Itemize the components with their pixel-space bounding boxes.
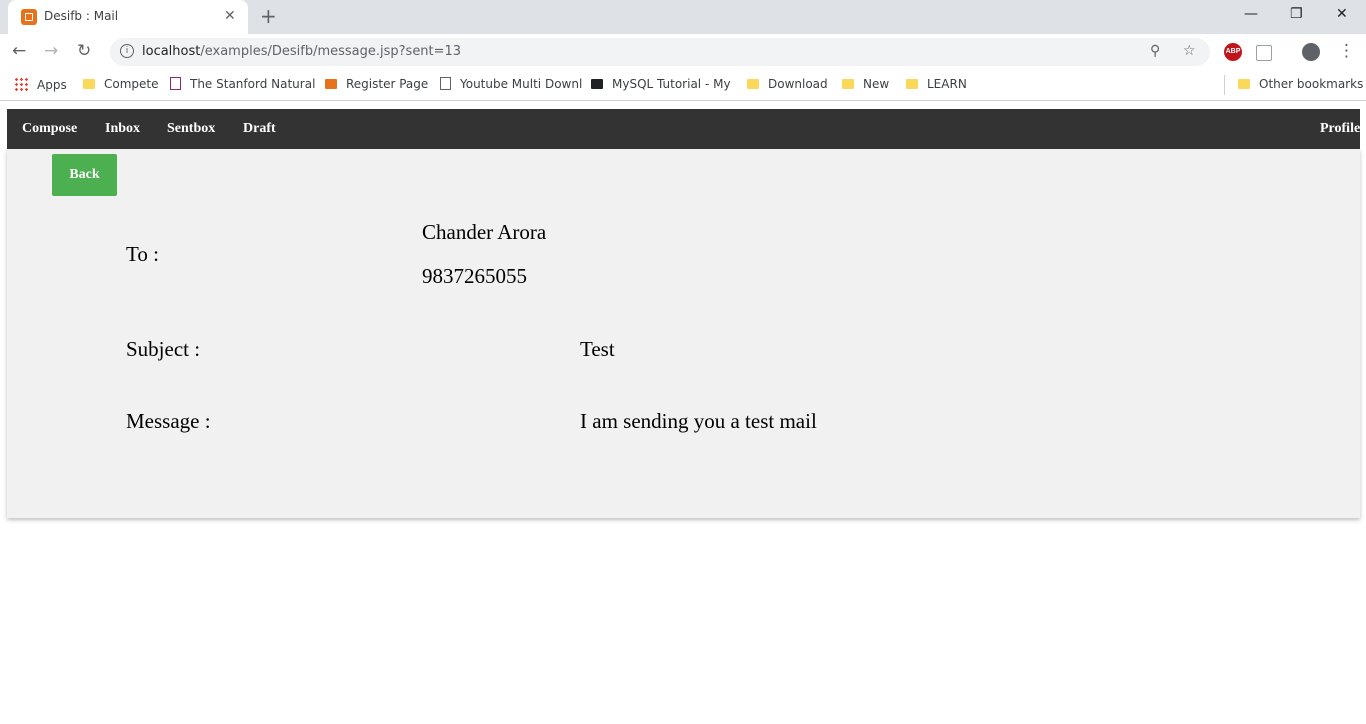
url-host: localhost — [142, 44, 201, 59]
recipient-name: Chander Arora — [422, 220, 547, 244]
bookmark-label: Compete — [104, 77, 159, 91]
bookmark-label: The Stanford Natural — [190, 77, 316, 91]
forward-nav-icon[interactable]: → — [44, 41, 58, 61]
back-button[interactable]: Back — [52, 154, 117, 196]
url-path: /examples/Desifb/message.jsp?sent=13 — [200, 44, 462, 59]
back-nav-icon[interactable]: ← — [12, 41, 26, 61]
bookmark-new[interactable]: New — [842, 77, 889, 91]
tab-title: Desifb : Mail — [44, 9, 119, 23]
browser-tab[interactable]: Desifb : Mail ✕ — [8, 0, 248, 34]
nav-inbox[interactable]: Inbox — [105, 121, 140, 137]
to-label: To : — [126, 242, 159, 266]
other-bookmarks[interactable]: Other bookmarks — [1238, 77, 1363, 91]
app-navbar: Compose Inbox Sentbox Draft Profile — [7, 109, 1360, 149]
bookmark-label: Apps — [37, 78, 67, 92]
bookmark-label: Other bookmarks — [1259, 77, 1364, 91]
adblock-plus-icon[interactable]: ABP — [1224, 43, 1242, 61]
minimize-button[interactable]: — — [1244, 6, 1258, 22]
bookmark-apps[interactable]: Apps — [14, 77, 67, 92]
site-info-icon[interactable]: i — [120, 44, 134, 58]
folder-icon — [906, 79, 918, 89]
browser-toolbar: ← → ↻ i localhost/examples/Desifb/messag… — [0, 34, 1366, 70]
url-text: localhost/examples/Desifb/message.jsp?se… — [142, 44, 461, 59]
bookmark-stanford-nlp[interactable]: The Stanford Natural — [170, 77, 315, 91]
reload-icon[interactable]: ↻ — [77, 41, 91, 61]
nav-sentbox[interactable]: Sentbox — [167, 121, 215, 137]
folder-icon — [83, 79, 95, 89]
bookmark-youtube-downloader[interactable]: Youtube Multi Downl — [440, 77, 582, 91]
apps-grid-icon — [14, 77, 28, 91]
nav-profile[interactable]: Profile — [1320, 121, 1360, 137]
bookmark-label: MySQL Tutorial - My — [612, 77, 731, 91]
extension-layout-icon[interactable] — [1256, 45, 1272, 61]
bookmark-label: LEARN — [927, 77, 967, 91]
bookmark-learn[interactable]: LEARN — [906, 77, 967, 91]
bookmark-label: Download — [768, 77, 828, 91]
message-label: Message : — [126, 409, 211, 433]
nav-draft[interactable]: Draft — [243, 121, 276, 137]
terminal-icon — [591, 79, 603, 89]
bookmark-mysql-tutorial[interactable]: MySQL Tutorial - My — [591, 77, 731, 91]
recipient-phone: 9837265055 — [422, 264, 527, 288]
bookmark-download[interactable]: Download — [747, 77, 828, 91]
chrome-menu-icon[interactable]: ⋮ — [1338, 41, 1355, 61]
subject-label: Subject : — [126, 337, 201, 361]
zoom-icon[interactable]: ⚲ — [1150, 43, 1160, 59]
bookmarks-bar: Apps Compete The Stanford Natural Regist… — [0, 70, 1366, 101]
new-tab-button[interactable]: + — [260, 5, 277, 27]
subject-value: Test — [580, 337, 615, 361]
restore-button[interactable]: ❐ — [1290, 6, 1303, 22]
bookmark-compete[interactable]: Compete — [83, 77, 159, 91]
message-card: Back To : Chander Arora 9837265055 Subje… — [7, 149, 1360, 518]
bookmark-star-icon[interactable]: ☆ — [1183, 43, 1196, 59]
nav-compose[interactable]: Compose — [22, 121, 77, 137]
bookmarks-divider — [1224, 75, 1225, 95]
message-body: I am sending you a test mail — [580, 409, 817, 433]
bookmark-label: Youtube Multi Downl — [460, 77, 583, 91]
folder-icon — [747, 79, 759, 89]
folder-icon — [1238, 79, 1250, 89]
bookmark-label: New — [863, 77, 890, 91]
bookmark-label: Register Page — [346, 77, 429, 91]
tab-strip: Desifb : Mail ✕ + — ❐ ✕ — [0, 0, 1366, 34]
tab-close-icon[interactable]: ✕ — [224, 8, 236, 24]
profile-avatar[interactable] — [1302, 43, 1320, 61]
xampp-favicon-icon — [21, 9, 37, 25]
close-window-button[interactable]: ✕ — [1336, 6, 1348, 22]
bookmark-register-page[interactable]: Register Page — [325, 77, 428, 91]
folder-icon — [842, 79, 854, 89]
page-icon — [440, 77, 451, 90]
xampp-icon — [325, 79, 337, 89]
address-bar[interactable]: i localhost/examples/Desifb/message.jsp?… — [110, 38, 1210, 66]
nlp-icon — [170, 77, 181, 90]
